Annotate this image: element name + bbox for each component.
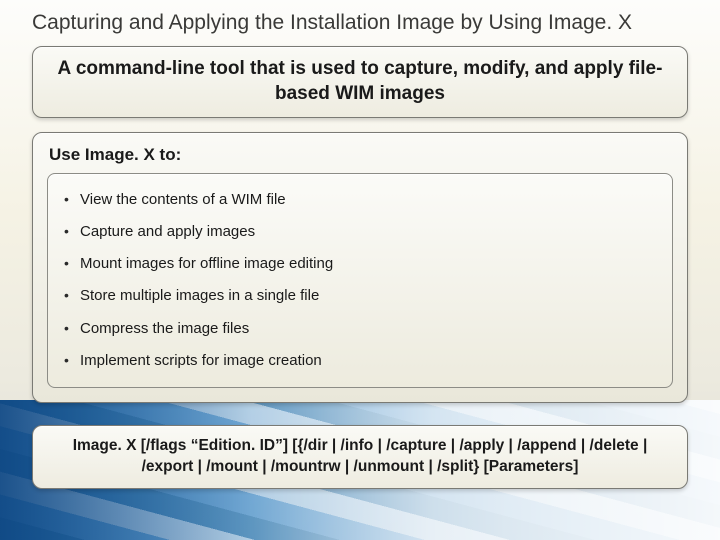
use-heading: Use Image. X to: [49, 145, 673, 165]
use-section: Use Image. X to: View the contents of a … [32, 132, 688, 404]
bullet-list: View the contents of a WIM file Capture … [62, 184, 658, 378]
list-item: View the contents of a WIM file [62, 184, 658, 216]
list-item: Implement scripts for image creation [62, 345, 658, 377]
slide-content: Capturing and Applying the Installation … [0, 0, 720, 489]
list-item: Mount images for offline image editing [62, 248, 658, 280]
list-item: Store multiple images in a single file [62, 280, 658, 312]
slide-title: Capturing and Applying the Installation … [32, 10, 688, 36]
list-item: Capture and apply images [62, 216, 658, 248]
list-item: Compress the image files [62, 313, 658, 345]
syntax-card: Image. X [/flags “Edition. ID”] [{/dir |… [32, 425, 688, 489]
bullet-list-card: View the contents of a WIM file Capture … [47, 173, 673, 389]
intro-card: A command-line tool that is used to capt… [32, 46, 688, 117]
